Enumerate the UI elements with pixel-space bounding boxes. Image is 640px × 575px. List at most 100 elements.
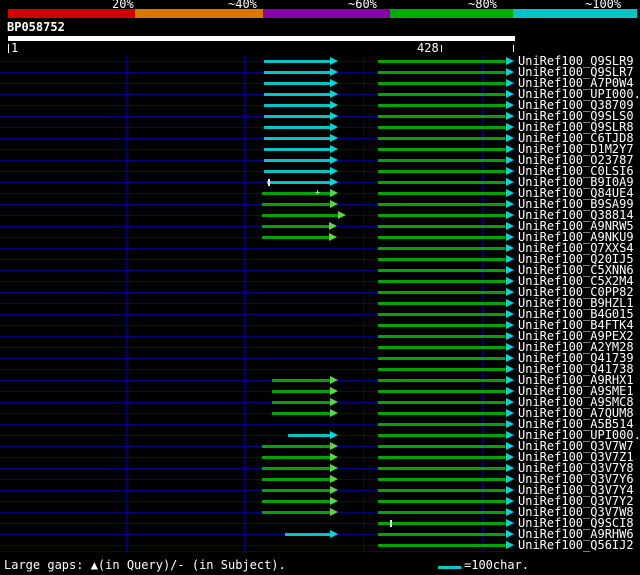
hsp-bar[interactable]: [262, 236, 329, 239]
hsp-bar[interactable]: [378, 390, 506, 393]
hsp-bar[interactable]: [288, 434, 330, 437]
hsp-bar[interactable]: [378, 225, 506, 228]
hsp-bar[interactable]: [378, 93, 506, 96]
hsp-bar[interactable]: [264, 93, 330, 96]
hsp-bar[interactable]: [378, 82, 506, 85]
hsp-bar[interactable]: [378, 181, 506, 184]
hsp-bar[interactable]: [378, 148, 506, 151]
hsp-bar[interactable]: [271, 412, 330, 415]
hsp-bar[interactable]: [378, 368, 506, 371]
hsp-bar[interactable]: [264, 115, 330, 118]
hsp-bar[interactable]: [264, 60, 330, 63]
alignment-plot: UniRef100_Q9SLR9 UniRef100_Q9SLR7 UniRef10…: [0, 55, 640, 553]
hsp-bar[interactable]: [378, 137, 506, 140]
hsp-bar[interactable]: [262, 489, 330, 492]
hsp-arrowhead: [505, 464, 514, 472]
hsp-bar[interactable]: [266, 181, 330, 184]
hsp-bar[interactable]: [378, 302, 506, 305]
ruler-tick-end: [513, 45, 514, 52]
hsp-bar[interactable]: [378, 104, 506, 107]
hsp-bar[interactable]: [264, 126, 330, 129]
hsp-bar[interactable]: [284, 533, 330, 536]
hsp-bar[interactable]: [378, 60, 506, 63]
hsp-bar[interactable]: [378, 203, 506, 206]
hsp-bar[interactable]: [378, 445, 506, 448]
hsp-bar[interactable]: [378, 544, 506, 547]
hsp-bar[interactable]: [378, 170, 506, 173]
hsp-bar[interactable]: [378, 258, 506, 261]
hsp-bar[interactable]: [378, 269, 506, 272]
ruler-start-label: 1: [11, 41, 19, 55]
hsp-bar[interactable]: [262, 225, 329, 228]
hsp-arrowhead: [505, 288, 514, 296]
hsp-bar[interactable]: [262, 500, 330, 503]
hsp-arrowhead: [505, 497, 514, 505]
hsp-bar[interactable]: [378, 522, 506, 525]
hsp-bar[interactable]: [378, 192, 506, 195]
hsp-bar[interactable]: [378, 357, 506, 360]
hsp-arrowhead: [505, 189, 514, 197]
hsp-bar[interactable]: [378, 247, 506, 250]
gap-marker: +: [314, 188, 321, 198]
hsp-bar[interactable]: [262, 214, 339, 217]
hsp-bar[interactable]: [271, 401, 330, 404]
hsp-arrowhead: [329, 123, 338, 131]
scale-legend-label: =100char.: [464, 558, 530, 572]
hsp-arrowhead: [505, 134, 514, 142]
hsp-bar[interactable]: [378, 500, 506, 503]
hsp-arrowhead: [505, 519, 514, 527]
hsp-bar[interactable]: [264, 82, 330, 85]
hsp-bar[interactable]: [378, 291, 506, 294]
hsp-bar[interactable]: [271, 379, 330, 382]
hsp-bar[interactable]: [271, 390, 330, 393]
hsp-bar[interactable]: [378, 115, 506, 118]
hsp-bar[interactable]: [378, 324, 506, 327]
hsp-bar[interactable]: [378, 434, 506, 437]
query-id: BP058752: [7, 20, 65, 34]
hsp-bar[interactable]: [378, 401, 506, 404]
hsp-bar[interactable]: [264, 71, 330, 74]
hsp-bar[interactable]: [378, 71, 506, 74]
hsp-bar[interactable]: [264, 148, 330, 151]
blast-graphic-overview: 20% ~40% ~60% ~80% ~100% BP058752 1 428 UniR…: [0, 0, 640, 575]
hsp-arrowhead: [329, 101, 338, 109]
hsp-bar[interactable]: [378, 412, 506, 415]
hsp-arrowhead: [505, 486, 514, 494]
hsp-bar[interactable]: [262, 456, 330, 459]
hsp-bar[interactable]: [264, 170, 330, 173]
hsp-arrowhead: [505, 299, 514, 307]
scale-label: ~100%: [585, 0, 622, 11]
hsp-bar[interactable]: [378, 533, 506, 536]
hsp-bar[interactable]: [264, 137, 330, 140]
hsp-bar[interactable]: [378, 126, 506, 129]
hsp-bar[interactable]: [378, 159, 506, 162]
hsp-bar[interactable]: [378, 478, 506, 481]
scale-label: ~80%: [468, 0, 497, 11]
hsp-arrowhead: [505, 310, 514, 318]
hsp-bar[interactable]: [378, 313, 506, 316]
hsp-arrowhead: [505, 90, 514, 98]
hsp-bar[interactable]: [262, 467, 330, 470]
hsp-bar[interactable]: [262, 203, 330, 206]
hsp-arrowhead: [505, 244, 514, 252]
hsp-bar[interactable]: [264, 104, 330, 107]
hit-label[interactable]: UniRef100_Q56IJ2: [518, 539, 634, 551]
hsp-bar[interactable]: [378, 346, 506, 349]
hsp-bar[interactable]: [262, 445, 330, 448]
hsp-arrowhead: [328, 222, 337, 230]
hsp-bar[interactable]: [264, 159, 330, 162]
hsp-arrowhead: [505, 431, 514, 439]
hsp-bar[interactable]: [378, 511, 506, 514]
hsp-bar[interactable]: [378, 214, 506, 217]
hsp-bar[interactable]: [262, 478, 330, 481]
hsp-bar[interactable]: [378, 489, 506, 492]
hsp-bar[interactable]: [378, 379, 506, 382]
hsp-bar[interactable]: [378, 335, 506, 338]
hsp-bar[interactable]: [378, 467, 506, 470]
hsp-bar[interactable]: [378, 280, 506, 283]
hsp-bar[interactable]: [378, 236, 506, 239]
hsp-bar[interactable]: [378, 456, 506, 459]
hsp-bar[interactable]: [262, 511, 330, 514]
hsp-bar[interactable]: [378, 423, 506, 426]
hsp-arrowhead: [329, 409, 338, 417]
